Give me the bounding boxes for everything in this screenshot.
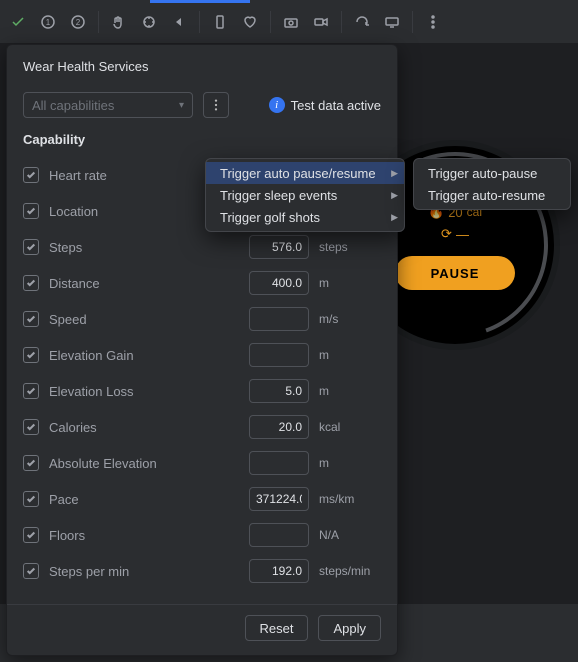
capability-unit: m xyxy=(319,384,381,398)
capability-row: Speed m/s xyxy=(7,301,397,337)
capability-unit: steps xyxy=(319,240,381,254)
active-tab-indicator xyxy=(150,0,250,3)
display-icon[interactable] xyxy=(380,10,404,34)
submenu-auto-resume[interactable]: Trigger auto-resume xyxy=(414,184,570,206)
capability-row: Absolute Elevation m xyxy=(7,445,397,481)
capability-value-input[interactable] xyxy=(249,523,309,547)
capability-checkbox[interactable] xyxy=(23,239,39,255)
camera-icon[interactable] xyxy=(279,10,303,34)
palm-icon[interactable] xyxy=(107,10,131,34)
capability-row: Distance m xyxy=(7,265,397,301)
capability-value-input[interactable] xyxy=(249,271,309,295)
rotate-icon[interactable] xyxy=(350,10,374,34)
panel-title: Wear Health Services xyxy=(7,45,397,82)
health-services-panel: Wear Health Services All capabilities ▾ … xyxy=(6,44,398,656)
toolbar: 1 2 xyxy=(0,0,578,44)
apply-button[interactable]: Apply xyxy=(318,615,381,641)
capability-unit: m xyxy=(319,456,381,470)
tilt-icon[interactable] xyxy=(137,10,161,34)
capability-label: Elevation Loss xyxy=(49,384,239,399)
capability-label: Steps xyxy=(49,240,239,255)
capability-unit: m xyxy=(319,348,381,362)
svg-text:2: 2 xyxy=(76,18,81,27)
overflow-menu-button[interactable] xyxy=(203,92,229,118)
menu-golf-shots[interactable]: Trigger golf shots▶ xyxy=(206,206,404,228)
capability-checkbox[interactable] xyxy=(23,275,39,291)
chevron-right-icon: ▶ xyxy=(391,190,398,201)
capability-row: Steps steps xyxy=(7,229,397,265)
device-icon[interactable] xyxy=(208,10,232,34)
one-circle-icon[interactable]: 1 xyxy=(36,10,60,34)
capability-row: Elevation Loss m xyxy=(7,373,397,409)
capability-checkbox[interactable] xyxy=(23,563,39,579)
capability-checkbox[interactable] xyxy=(23,311,39,327)
chevron-right-icon: ▶ xyxy=(391,168,398,179)
submenu-auto-pause[interactable]: Trigger auto-pause xyxy=(414,162,570,184)
capability-checkbox[interactable] xyxy=(23,455,39,471)
capability-unit: steps/min xyxy=(319,564,381,578)
menu-sleep-events[interactable]: Trigger sleep events▶ xyxy=(206,184,404,206)
svg-text:1: 1 xyxy=(46,18,51,27)
trigger-submenu: Trigger auto-pause Trigger auto-resume xyxy=(413,158,571,210)
capability-value-input[interactable] xyxy=(249,379,309,403)
capability-checkbox[interactable] xyxy=(23,419,39,435)
capability-value-input[interactable] xyxy=(249,415,309,439)
capability-row: Calories kcal xyxy=(7,409,397,445)
two-circle-icon[interactable]: 2 xyxy=(66,10,90,34)
heart-icon[interactable] xyxy=(238,10,262,34)
back-triangle-icon[interactable] xyxy=(167,10,191,34)
capability-unit: m xyxy=(319,276,381,290)
capability-value-input[interactable] xyxy=(249,559,309,583)
menu-auto-pause-resume[interactable]: Trigger auto pause/resume▶ xyxy=(206,162,404,184)
info-icon: i xyxy=(269,97,285,113)
capability-value-input[interactable] xyxy=(249,235,309,259)
capability-unit: ms/km xyxy=(319,492,381,506)
chevron-right-icon: ▶ xyxy=(391,212,398,223)
capability-checkbox[interactable] xyxy=(23,491,39,507)
chevron-down-icon: ▾ xyxy=(179,100,184,111)
capability-row: Pace ms/km xyxy=(7,481,397,517)
capability-label: Elevation Gain xyxy=(49,348,239,363)
capability-label: Pace xyxy=(49,492,239,507)
reset-button[interactable]: Reset xyxy=(245,615,309,641)
capability-label: Steps per min xyxy=(49,564,239,579)
capability-label: Floors xyxy=(49,528,239,543)
capability-row: Floors N/A xyxy=(7,517,397,553)
capability-unit: N/A xyxy=(319,528,381,542)
capability-label: Speed xyxy=(49,312,239,327)
capability-checkbox[interactable] xyxy=(23,347,39,363)
capability-value-input[interactable] xyxy=(249,307,309,331)
capabilities-select-label: All capabilities xyxy=(32,98,114,113)
capability-label: Absolute Elevation xyxy=(49,456,239,471)
capability-row: Elevation Gain m xyxy=(7,337,397,373)
capability-value-input[interactable] xyxy=(249,451,309,475)
capability-checkbox[interactable] xyxy=(23,527,39,543)
capability-value-input[interactable] xyxy=(249,487,309,511)
check-icon[interactable] xyxy=(6,10,30,34)
capability-value-input[interactable] xyxy=(249,343,309,367)
capability-label: Calories xyxy=(49,420,239,435)
capability-checkbox[interactable] xyxy=(23,167,39,183)
more-vert-icon[interactable] xyxy=(421,10,445,34)
capability-checkbox[interactable] xyxy=(23,203,39,219)
capability-label: Distance xyxy=(49,276,239,291)
trigger-menu: Trigger auto pause/resume▶ Trigger sleep… xyxy=(205,158,405,232)
capability-unit: m/s xyxy=(319,312,381,326)
capabilities-select[interactable]: All capabilities ▾ xyxy=(23,92,193,118)
capability-unit: kcal xyxy=(319,420,381,434)
column-header: Capability xyxy=(7,126,397,157)
capability-row: Steps per min steps/min xyxy=(7,553,397,589)
video-icon[interactable] xyxy=(309,10,333,34)
test-data-status: i Test data active xyxy=(269,97,381,113)
capability-checkbox[interactable] xyxy=(23,383,39,399)
